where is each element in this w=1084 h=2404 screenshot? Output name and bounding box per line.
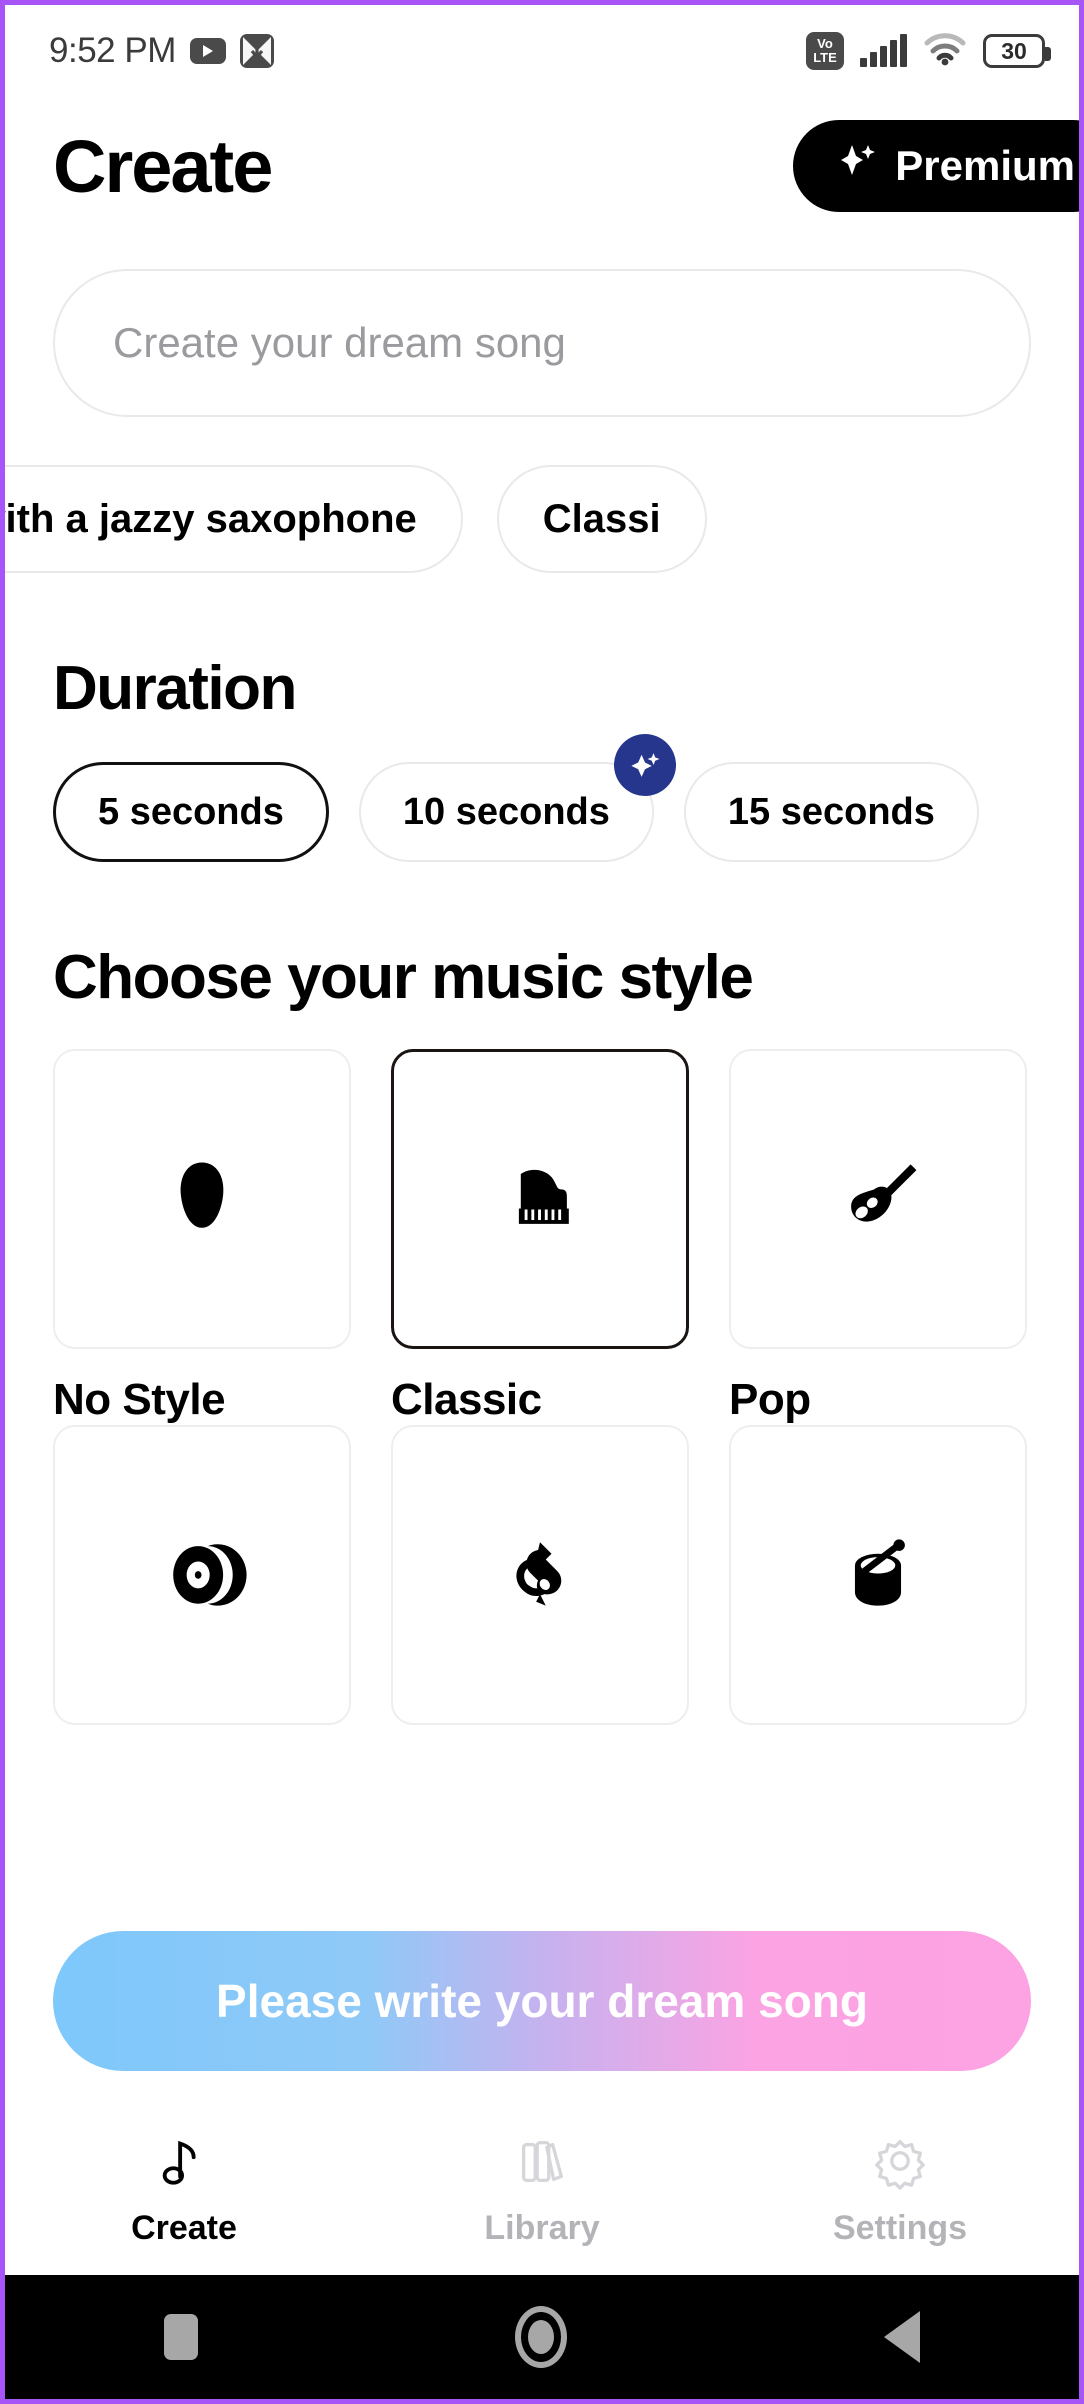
bottom-navigation: Create Library Settings (5, 2105, 1079, 2275)
duration-option-5s[interactable]: 5 seconds (53, 762, 329, 862)
style-card[interactable] (53, 1049, 351, 1349)
style-label: No Style (53, 1375, 226, 1424)
style-label: Pop (729, 1375, 811, 1424)
page-title: Create (53, 124, 273, 208)
cta-area: Please write your dream song (5, 1891, 1079, 2105)
music-style-section: Choose your music style (5, 942, 1079, 1013)
style-item-pop[interactable]: Pop (729, 1049, 1027, 1425)
app-header: Create Premium (5, 97, 1079, 217)
style-card[interactable] (729, 1425, 1027, 1725)
style-label: Classic (391, 1375, 542, 1424)
style-card[interactable] (729, 1049, 1027, 1349)
music-style-grid: No Style Classic Pop (53, 1049, 1031, 1751)
music-style-title: Choose your music style (53, 943, 754, 1012)
suggestion-chip[interactable]: unk bassline with a jazzy saxophone (5, 465, 463, 573)
premium-badge-icon (613, 734, 676, 796)
status-bar-left: 9:52 PM (49, 31, 274, 71)
triangle-back-icon[interactable] (884, 2311, 921, 2363)
duration-option-10s[interactable]: 10 seconds (358, 734, 676, 862)
premium-label: Premium (895, 142, 1075, 189)
style-item-saxophone[interactable] (391, 1425, 689, 1751)
suggestion-chips-row[interactable]: unk bassline with a jazzy saxophone Clas… (5, 417, 1079, 573)
generate-song-button[interactable]: Please write your dream song (53, 1931, 1031, 2071)
sparkle-icon (837, 141, 877, 191)
drum-icon (830, 1525, 926, 1626)
status-bar-right: Vo LTE 30 (806, 32, 1051, 71)
music-style-grid-wrap: No Style Classic Pop (5, 1049, 1079, 1751)
books-icon (513, 2132, 571, 2195)
duration-label: 5 seconds (98, 790, 284, 833)
circle-icon[interactable] (514, 2306, 567, 2368)
nav-item-library[interactable]: Library (363, 2105, 721, 2275)
guitar-icon (830, 1149, 926, 1250)
style-card[interactable] (53, 1425, 351, 1725)
nav-item-create[interactable]: Create (5, 2105, 363, 2275)
suggestion-chip[interactable]: Classi (496, 465, 707, 573)
volte-icon: Vo LTE (806, 32, 844, 70)
nav-item-settings[interactable]: Settings (721, 2105, 1079, 2275)
status-time: 9:52 PM (49, 31, 176, 70)
duration-section: Duration 5 seconds 10 seconds 15 seconds (5, 653, 1079, 862)
premium-button[interactable]: Premium (793, 120, 1079, 212)
duration-option-15s[interactable]: 15 seconds (683, 762, 979, 862)
style-item-no-style[interactable]: No Style (53, 1049, 351, 1425)
style-item-drum[interactable] (729, 1425, 1027, 1751)
style-card[interactable] (391, 1425, 689, 1725)
duration-options: 5 seconds 10 seconds 15 seconds (53, 734, 1031, 862)
youtube-icon (189, 38, 226, 64)
duration-label: 15 seconds (727, 790, 935, 833)
android-system-navigation (5, 2275, 1079, 2399)
duration-label: 10 seconds (402, 790, 610, 833)
vinyl-record-icon (154, 1525, 250, 1626)
gear-icon (871, 2132, 929, 2195)
search-input[interactable]: Create your dream song (53, 269, 1031, 417)
style-item-vinyl[interactable] (53, 1425, 351, 1751)
wifi-icon (923, 32, 967, 71)
status-bar: 9:52 PM Vo LTE 30 (5, 5, 1079, 97)
battery-percent: 30 (1001, 37, 1027, 64)
music-note-icon (155, 2132, 213, 2195)
app-screen: 9:52 PM Vo LTE 30 Create Premium Create … (5, 5, 1079, 2399)
guitar-pick-icon (154, 1149, 250, 1250)
search-section: Create your dream song (5, 217, 1079, 417)
duration-title: Duration (53, 654, 297, 723)
nav-label: Create (131, 2209, 237, 2247)
battery-icon: 30 (983, 34, 1051, 68)
style-card[interactable] (391, 1049, 689, 1349)
square-icon[interactable] (163, 2314, 198, 2360)
grand-piano-icon (492, 1149, 588, 1250)
phone-screenshot-frame: 9:52 PM Vo LTE 30 Create Premium Create … (0, 0, 1084, 2404)
nav-label: Library (484, 2209, 600, 2247)
nav-label: Settings (832, 2209, 968, 2247)
style-item-classic[interactable]: Classic (391, 1049, 689, 1425)
signal-bars-icon (860, 34, 907, 67)
saxophone-icon (492, 1525, 588, 1626)
app-transfer-icon (239, 34, 274, 68)
